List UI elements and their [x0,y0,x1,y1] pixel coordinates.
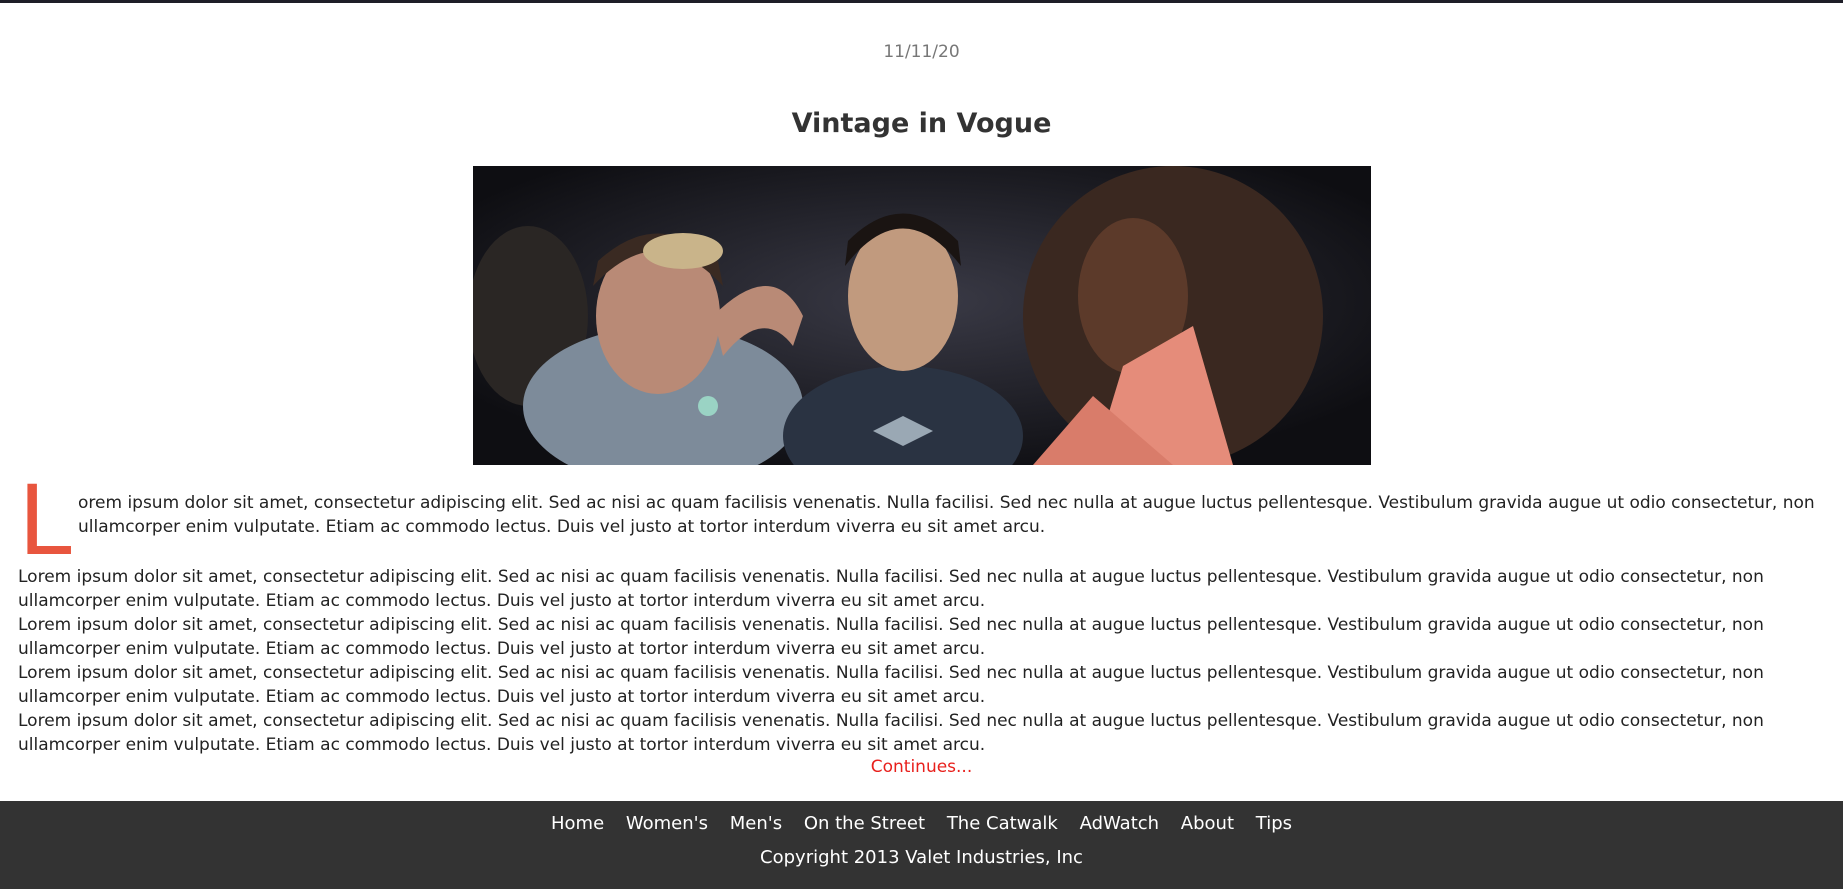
article-body: Lorem ipsum dolor sit amet, consectetur … [18,565,1778,757]
hero-photo [473,166,1371,465]
site-footer: Home Women's Men's On the Street The Cat… [0,801,1843,889]
article-title: Vintage in Vogue [791,108,1052,139]
footer-link-home[interactable]: Home [551,813,604,834]
body-paragraph: Lorem ipsum dolor sit amet, consectetur … [18,711,1764,755]
footer-link-tips[interactable]: Tips [1256,813,1292,834]
footer-nav-item-home: Home [551,813,604,834]
footer-nav-item-tips: Tips [1256,813,1292,834]
footer-link-the-catwalk[interactable]: The Catwalk [947,813,1058,834]
footer-link-womens[interactable]: Women's [626,813,708,834]
footer-nav-item-adwatch: AdWatch [1080,813,1159,834]
body-paragraph: Lorem ipsum dolor sit amet, consectetur … [18,615,1764,659]
article-page: 11/11/20 Vintage in Vogue L orem ipsum d… [0,0,1843,889]
footer-nav-item-womens: Women's [626,813,708,834]
footer-nav-item-mens: Men's [730,813,782,834]
footer-nav-item-on-the-street: On the Street [804,813,925,834]
footer-nav-item-about: About [1181,813,1234,834]
continues-link[interactable]: Continues... [0,757,1843,777]
footer-link-about[interactable]: About [1181,813,1234,834]
copyright-text: Copyright 2013 Valet Industries, Inc [760,847,1083,868]
article-date: 11/11/20 [883,42,960,62]
hero-photo-illustration [473,166,1371,465]
footer-nav: Home Women's Men's On the Street The Cat… [0,813,1843,834]
footer-link-on-the-street[interactable]: On the Street [804,813,925,834]
footer-link-adwatch[interactable]: AdWatch [1080,813,1159,834]
body-paragraph: Lorem ipsum dolor sit amet, consectetur … [18,663,1764,707]
drop-cap: L [18,465,72,577]
body-paragraph: Lorem ipsum dolor sit amet, consectetur … [18,567,1764,611]
footer-nav-item-the-catwalk: The Catwalk [947,813,1058,834]
footer-link-mens[interactable]: Men's [730,813,782,834]
lead-paragraph: orem ipsum dolor sit amet, consectetur a… [78,493,1815,537]
